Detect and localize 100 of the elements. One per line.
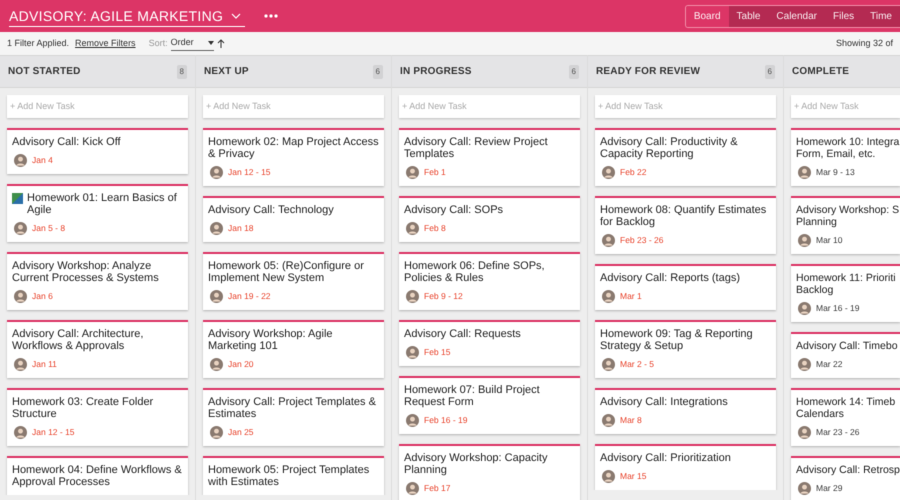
showing-count: Showing 32 of — [836, 36, 893, 50]
task-card[interactable]: Homework 07: Build Project Request Form Feb 16 - 19 — [399, 376, 580, 434]
due-date: Feb 1 — [424, 167, 446, 178]
avatar-icon — [602, 166, 615, 179]
task-card[interactable]: Homework 04: Define Workflows & Approval Processes — [7, 456, 188, 495]
chevron-down-icon — [231, 12, 242, 18]
view-tab[interactable]: Table — [728, 6, 768, 27]
task-card[interactable]: Homework 09: Tag & Reporting Strategy & Setup Mar 2 - 5 — [595, 320, 776, 378]
task-title: Homework 03: Create Folder Structure — [12, 396, 154, 420]
avatar-icon — [798, 302, 811, 315]
task-title: Advisory Call: Productivity & Capacity Reporting — [600, 136, 739, 160]
avatar-icon — [406, 290, 419, 303]
task-count-badge: 6 — [764, 64, 775, 78]
due-date: Jan 19 - 22 — [228, 291, 271, 302]
due-date: Mar 10 — [816, 235, 842, 246]
task-title: Homework 05: Project Templates with Estimates — [208, 464, 370, 488]
due-date: Mar 29 — [816, 483, 842, 494]
task-title: Advisory Call: Architecture, Workflows & Approvals — [12, 328, 144, 352]
task-title: Homework 09: Tag & Reporting Strategy & Setup — [600, 328, 754, 352]
task-title: Advisory Call: Review Project Templates — [404, 136, 549, 160]
task-card[interactable]: Advisory Call: Integrations Mar 8 — [595, 388, 776, 434]
task-card[interactable]: Advisory Workshop: Capacity Planning Feb 17 — [399, 444, 580, 500]
due-date: Mar 1 — [620, 291, 642, 302]
task-card[interactable]: Advisory Call: Retrosp Mar 29 — [791, 456, 900, 500]
task-title: Homework 07: Build Project Request Form — [404, 384, 541, 408]
view-tab[interactable]: Time — [862, 6, 900, 27]
arrow-up-icon[interactable] — [216, 39, 225, 48]
task-card[interactable]: Homework 05: Project Templates with Estimates — [203, 456, 384, 495]
task-card[interactable]: Advisory Call: Productivity & Capacity Reporting Feb 22 — [595, 128, 776, 186]
view-tab[interactable]: Calendar — [768, 6, 826, 27]
task-card[interactable]: Advisory Workshop: Analyze Current Processes & Systems Jan 6 — [7, 252, 188, 310]
task-title: Advisory Workshop: Agile Marketing 101 — [208, 328, 334, 352]
avatar-icon — [798, 482, 811, 495]
due-date: Jan 20 — [228, 359, 254, 370]
avatar-icon — [406, 166, 419, 179]
due-date: Feb 9 - 12 — [424, 291, 463, 302]
task-title: Homework 02: Map Project Access & Privacy — [208, 136, 379, 160]
avatar-icon — [406, 482, 419, 495]
task-card[interactable]: Advisory Call: Requests Feb 15 — [399, 320, 580, 366]
avatar-icon — [798, 358, 811, 371]
task-title: Homework 10: Integra Form, Email, etc. — [796, 136, 900, 160]
task-card[interactable]: Homework 14: Timeb Calendars Mar 23 - 26 — [791, 388, 900, 446]
task-card[interactable]: Advisory Workshop: S Planning Mar 10 — [791, 196, 900, 254]
task-card[interactable]: Homework 01: Learn Basics of Agile Jan 5 - 8 — [7, 184, 188, 242]
task-card[interactable]: Homework 03: Create Folder Structure Jan 12 - 15 — [7, 388, 188, 446]
avatar-icon — [210, 166, 223, 179]
due-date: Jan 6 — [32, 291, 53, 302]
due-date: Mar 22 — [816, 359, 842, 370]
task-card[interactable]: Advisory Call: Technology Jan 18 — [203, 196, 384, 242]
task-card[interactable]: Advisory Workshop: Agile Marketing 101 Jan 20 — [203, 320, 384, 378]
avatar-icon — [14, 426, 27, 439]
task-card[interactable]: Homework 05: (Re)Configure or Implement New System Jan 19 - 22 — [203, 252, 384, 310]
task-card[interactable]: Advisory Call: Architecture, Workflows & Approvals Jan 11 — [7, 320, 188, 378]
task-title: Advisory Call: Project Templates & Estimates — [208, 396, 377, 420]
due-date: Jan 4 — [32, 155, 53, 166]
avatar-icon — [602, 290, 615, 303]
task-card[interactable]: Homework 11: Prioriti Backlog Mar 16 - 19 — [791, 264, 900, 322]
column-title: NOT STARTED — [8, 65, 81, 79]
task-title: Advisory Call: Requests — [404, 328, 521, 340]
task-card[interactable]: Homework 02: Map Project Access & Privacy Jan 12 - 15 — [203, 128, 384, 186]
due-date: Feb 17 — [424, 483, 450, 494]
task-title: Advisory Workshop: Analyze Current Processes & Systems — [12, 260, 160, 284]
avatar-icon — [14, 358, 27, 371]
task-card[interactable]: Advisory Call: Kick Off Jan 4 — [7, 128, 188, 174]
task-title: Homework 14: Timeb Calendars — [796, 396, 896, 420]
avatar-icon — [210, 358, 223, 371]
task-card[interactable]: Advisory Call: Review Project Templates Feb 1 — [399, 128, 580, 186]
task-card[interactable]: Homework 08: Quantify Estimates for Backlog Feb 23 - 26 — [595, 196, 776, 254]
task-card[interactable]: Advisory Call: SOPs Feb 8 — [399, 196, 580, 242]
avatar-icon — [602, 470, 615, 483]
task-count-badge: 8 — [176, 64, 187, 78]
view-tab[interactable]: Files — [825, 6, 862, 27]
task-card[interactable]: Advisory Call: Prioritization Mar 15 — [595, 444, 776, 490]
avatar-icon — [602, 358, 615, 371]
task-card[interactable]: Advisory Call: Project Templates & Estimates Jan 25 — [203, 388, 384, 446]
due-date: Feb 16 - 19 — [424, 415, 468, 426]
task-title: Homework 08: Quantify Estimates for Backlog — [600, 204, 768, 228]
task-title: Homework 04: Define Workflows & Approval Processes — [12, 464, 183, 488]
due-date: Mar 8 — [620, 415, 642, 426]
project-title-dropdown[interactable]: ADVISORY: AGILE MARKETING — [9, 6, 246, 26]
task-title: Homework 06: Define SOPs, Policies & Rules — [404, 260, 546, 284]
avatar-icon — [602, 234, 615, 247]
more-icon[interactable] — [264, 14, 278, 18]
caret-icon — [208, 41, 214, 45]
column-title: NEXT UP — [204, 65, 249, 79]
remove-filters-link[interactable]: Remove Filters — [75, 36, 136, 50]
due-date: Mar 9 - 13 — [816, 167, 855, 178]
task-card[interactable]: Advisory Call: Reports (tags) Mar 1 — [595, 264, 776, 310]
task-title: Homework 05: (Re)Configure or Implement New System — [208, 260, 365, 284]
due-date: Feb 15 — [424, 347, 450, 358]
task-title: Homework 11: Prioriti Backlog — [796, 272, 896, 296]
sort-dropdown[interactable]: Order — [170, 36, 214, 51]
task-title: Advisory Call: Kick Off — [12, 136, 121, 148]
task-card[interactable]: Advisory Call: Timebo Mar 22 — [791, 332, 900, 378]
task-card[interactable]: Homework 10: Integra Form, Email, etc. Mar 9 - 13 — [791, 128, 900, 186]
task-card[interactable]: Homework 06: Define SOPs, Policies & Rules Feb 9 - 12 — [399, 252, 580, 310]
avatar-icon — [406, 346, 419, 359]
due-date: Jan 25 — [228, 427, 254, 438]
task-title: Advisory Call: Reports (tags) — [600, 272, 740, 284]
due-date: Feb 23 - 26 — [620, 235, 664, 246]
